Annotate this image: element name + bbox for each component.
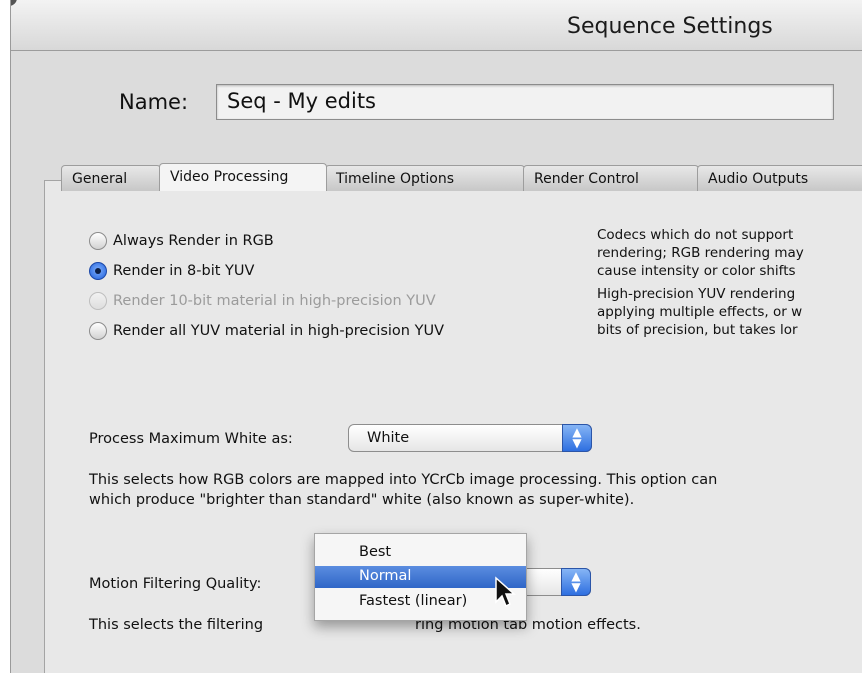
max-white-help: This selects how RGB colors are mapped i… <box>89 472 718 508</box>
up-down-arrows-icon: ▲ ▼ <box>562 424 592 452</box>
title-bar: Sequence Settings <box>11 0 862 51</box>
motion-filtering-label: Motion Filtering Quality: <box>89 576 262 592</box>
tab-audio-outputs[interactable]: Audio Outputs <box>697 165 862 191</box>
rgb-description: Codecs which do not support rendering; R… <box>597 227 804 279</box>
radio-always-rgb[interactable]: Always Render in RGB <box>89 232 274 250</box>
max-white-value: White <box>367 430 410 446</box>
up-down-arrows-icon: ▲ ▼ <box>561 568 591 596</box>
name-input[interactable]: Seq - My edits <box>216 84 834 120</box>
menu-item-best[interactable]: Best <box>315 542 526 564</box>
radio-8bit-yuv[interactable]: Render in 8-bit YUV <box>89 262 254 280</box>
high-precision-description: High-precision YUV rendering applying mu… <box>597 286 803 338</box>
tab-render-control[interactable]: Render Control <box>523 165 699 191</box>
window-title: Sequence Settings <box>567 14 773 39</box>
tab-timeline-options[interactable]: Timeline Options <box>325 165 525 191</box>
tab-video-processing[interactable]: Video Processing <box>159 163 327 191</box>
radio-button-selected-icon[interactable] <box>89 262 107 280</box>
radio-10bit-high-precision: Render 10-bit material in high-precision… <box>89 292 436 310</box>
window-corner-mark <box>11 0 17 6</box>
radio-all-yuv-high-precision[interactable]: Render all YUV material in high-precisio… <box>89 322 444 340</box>
max-white-popup[interactable]: White ▲ ▼ <box>348 424 592 452</box>
max-white-label: Process Maximum White as: <box>89 431 293 447</box>
tab-general[interactable]: General <box>61 165 161 191</box>
radio-button-icon[interactable] <box>89 322 107 340</box>
name-label: Name: <box>119 90 189 114</box>
mouse-pointer-icon <box>495 576 516 608</box>
radio-button-disabled-icon <box>89 292 107 310</box>
radio-button-icon[interactable] <box>89 232 107 250</box>
